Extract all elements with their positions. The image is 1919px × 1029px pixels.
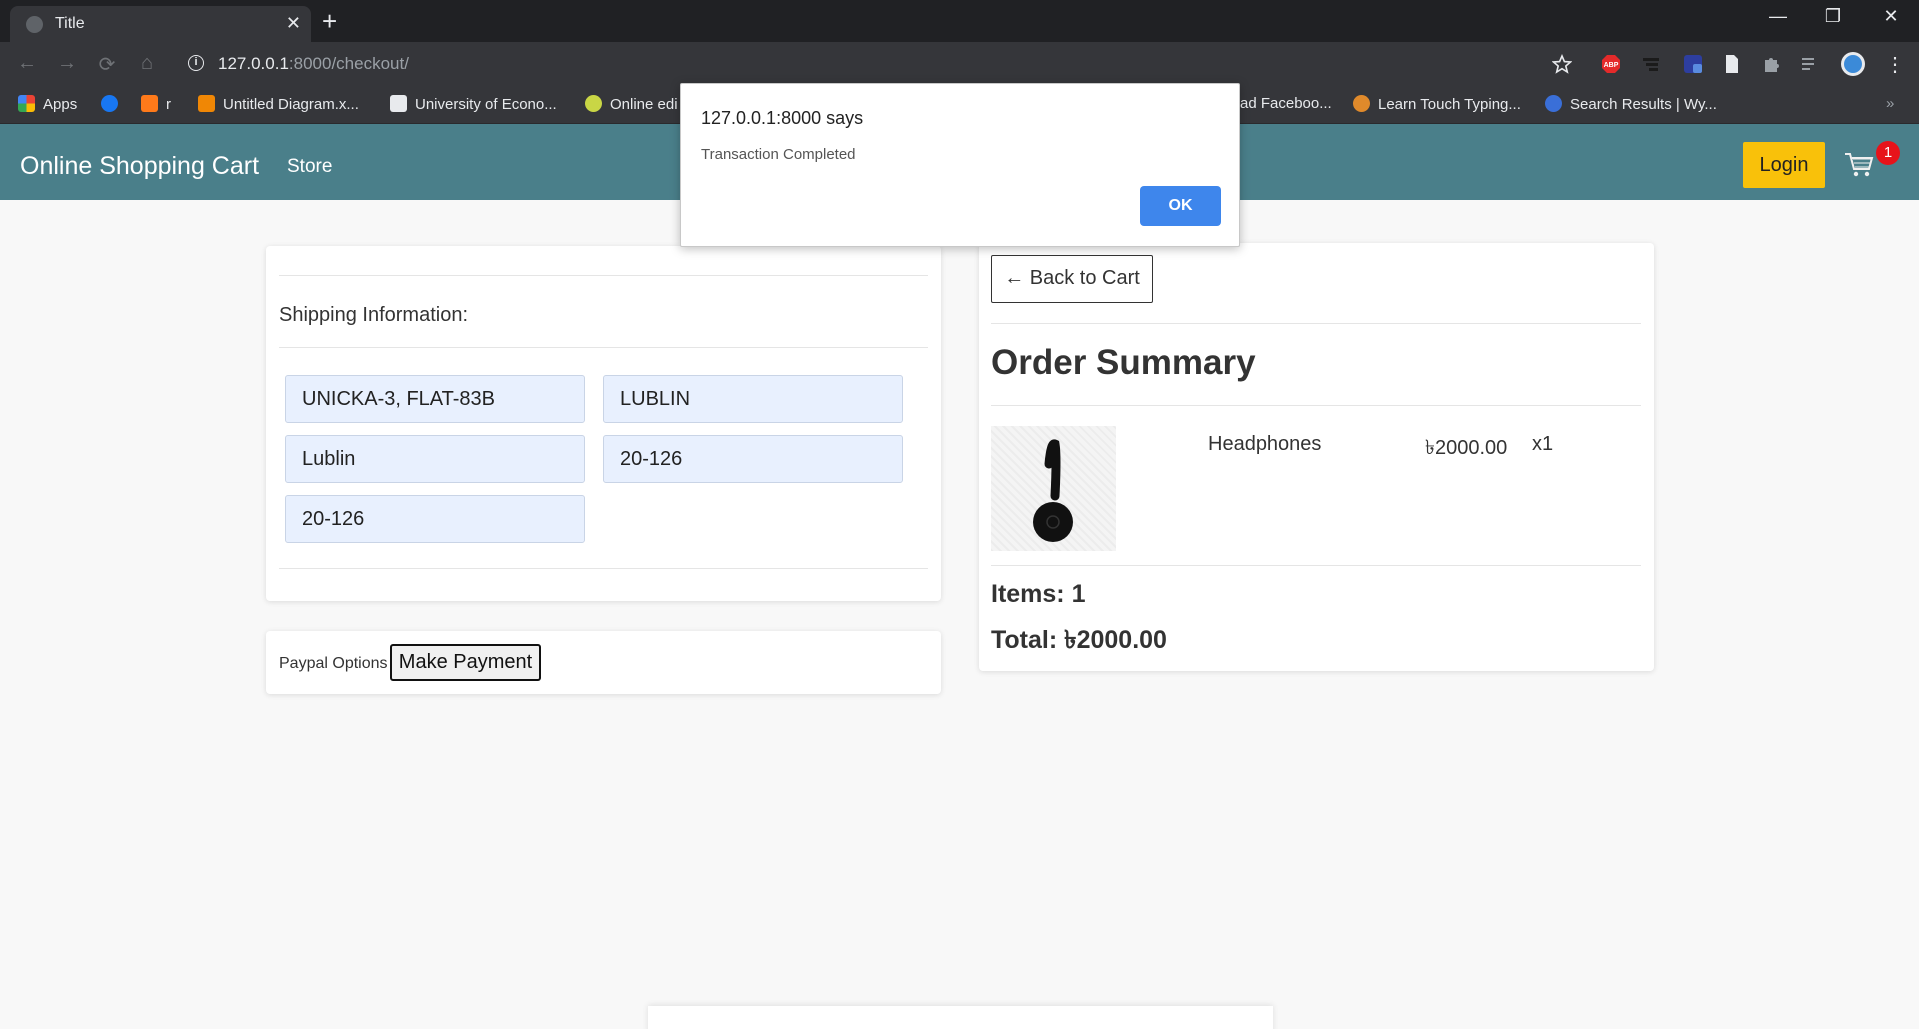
state-field[interactable]: Lublin	[285, 435, 585, 483]
menu-kebab-icon[interactable]: ⋮	[1880, 52, 1910, 77]
svg-text:ABP: ABP	[1604, 62, 1619, 69]
bookmark-facebook[interactable]	[101, 95, 126, 113]
store-link[interactable]: Store	[287, 156, 332, 178]
item-name: Headphones	[1208, 433, 1322, 455]
shipping-form-card: Shipping Information: UNICKA-3, FLAT-83B…	[266, 246, 941, 601]
forward-icon[interactable]: →	[52, 52, 82, 75]
brand-link[interactable]: Online Shopping Cart	[20, 152, 259, 181]
item-quantity: x1	[1532, 433, 1554, 455]
address-bar[interactable]: i 127.0.0.1:8000/checkout/	[176, 48, 1546, 80]
home-icon[interactable]: ⌂	[132, 52, 162, 75]
cart-icon[interactable]	[1844, 152, 1874, 178]
document-icon[interactable]	[1722, 54, 1742, 74]
headphones-icon	[1033, 439, 1073, 542]
search-results-icon	[1545, 95, 1562, 112]
profile-avatar-icon[interactable]	[1840, 51, 1866, 77]
globe-icon	[26, 16, 43, 33]
alert-dialog: 127.0.0.1:8000 says Transaction Complete…	[680, 83, 1240, 247]
reading-list-icon[interactable]	[1800, 54, 1820, 74]
paypal-options-label: Paypal Options	[279, 655, 388, 672]
footer-card	[648, 1006, 1273, 1029]
ok-button[interactable]: OK	[1140, 186, 1221, 226]
site-info-icon[interactable]: i	[188, 55, 204, 71]
bookmark-diagram[interactable]: Untitled Diagram.x...	[198, 95, 359, 113]
reddit-icon	[141, 95, 158, 112]
bookmark-university[interactable]: University of Econo...	[390, 95, 557, 113]
university-icon	[390, 95, 407, 112]
extension-badge-icon[interactable]	[1683, 54, 1703, 74]
reload-icon[interactable]: ⟳	[92, 52, 122, 77]
product-image	[991, 426, 1116, 551]
maximize-icon[interactable]: ❐	[1813, 6, 1853, 27]
back-to-cart-button[interactable]: ← Back to Cart	[991, 255, 1153, 303]
typing-icon	[1353, 95, 1370, 112]
bookmark-touch-typing[interactable]: Learn Touch Typing...	[1353, 95, 1521, 113]
apps-grid-icon	[18, 95, 35, 112]
order-summary-card: ← Back to Cart Order Summary Headphones …	[979, 243, 1654, 671]
close-window-icon[interactable]: ✕	[1871, 6, 1911, 27]
order-total: Total: ৳2000.00	[991, 626, 1167, 654]
bookmark-reddit[interactable]: r	[141, 95, 171, 113]
payment-card: Paypal Options Make Payment	[266, 631, 941, 694]
back-icon[interactable]: ←	[12, 52, 42, 75]
new-tab-icon[interactable]: +	[322, 6, 337, 37]
bookmark-online-editor[interactable]: Online edi	[585, 95, 678, 113]
tab-title: Title	[55, 15, 85, 32]
country-field[interactable]: 20-126	[285, 495, 585, 543]
item-price: ৳2000.00	[1425, 437, 1508, 459]
city-field[interactable]: LUBLIN	[603, 375, 903, 423]
bookmark-apps[interactable]: Apps	[18, 95, 77, 113]
editor-icon	[585, 95, 602, 112]
browser-toolbar: ← → ⟳ ⌂ i 127.0.0.1:8000/checkout/ ABP ⋮	[0, 42, 1919, 86]
divider	[279, 275, 928, 276]
diagram-icon	[198, 95, 215, 112]
dialog-title: 127.0.0.1:8000 says	[701, 108, 864, 128]
bookmarks-overflow-icon[interactable]: »	[1886, 95, 1894, 112]
bookmark-search-results[interactable]: Search Results | Wy...	[1545, 95, 1717, 113]
bookmark-facebook-download[interactable]: ad Faceboo...	[1240, 95, 1332, 112]
divider	[991, 565, 1641, 566]
url-text: 127.0.0.1:8000/checkout/	[218, 54, 409, 73]
make-payment-button[interactable]: Make Payment	[390, 644, 541, 681]
address-field[interactable]: UNICKA-3, FLAT-83B	[285, 375, 585, 423]
shipping-title: Shipping Information:	[279, 304, 469, 326]
browser-tabstrip: Title ✕ + — ❐ ✕	[0, 0, 1919, 42]
items-count: Items: 1	[991, 580, 1086, 608]
cart-count-badge: 1	[1876, 141, 1900, 165]
extension-filter-icon[interactable]	[1641, 54, 1661, 74]
zipcode-field[interactable]: 20-126	[603, 435, 903, 483]
divider	[279, 347, 928, 348]
bookmark-star-icon[interactable]	[1552, 54, 1572, 74]
divider	[991, 323, 1641, 324]
order-summary-title: Order Summary	[991, 343, 1256, 382]
browser-tab[interactable]: Title ✕	[10, 6, 311, 42]
minimize-icon[interactable]: —	[1758, 6, 1798, 27]
adblock-icon[interactable]: ABP	[1601, 54, 1621, 74]
extensions-puzzle-icon[interactable]	[1762, 54, 1782, 74]
divider	[279, 568, 928, 569]
login-button[interactable]: Login	[1743, 142, 1825, 188]
facebook-icon	[101, 95, 118, 112]
close-tab-icon[interactable]: ✕	[286, 13, 301, 34]
divider	[991, 405, 1641, 406]
dialog-message: Transaction Completed	[701, 146, 856, 163]
